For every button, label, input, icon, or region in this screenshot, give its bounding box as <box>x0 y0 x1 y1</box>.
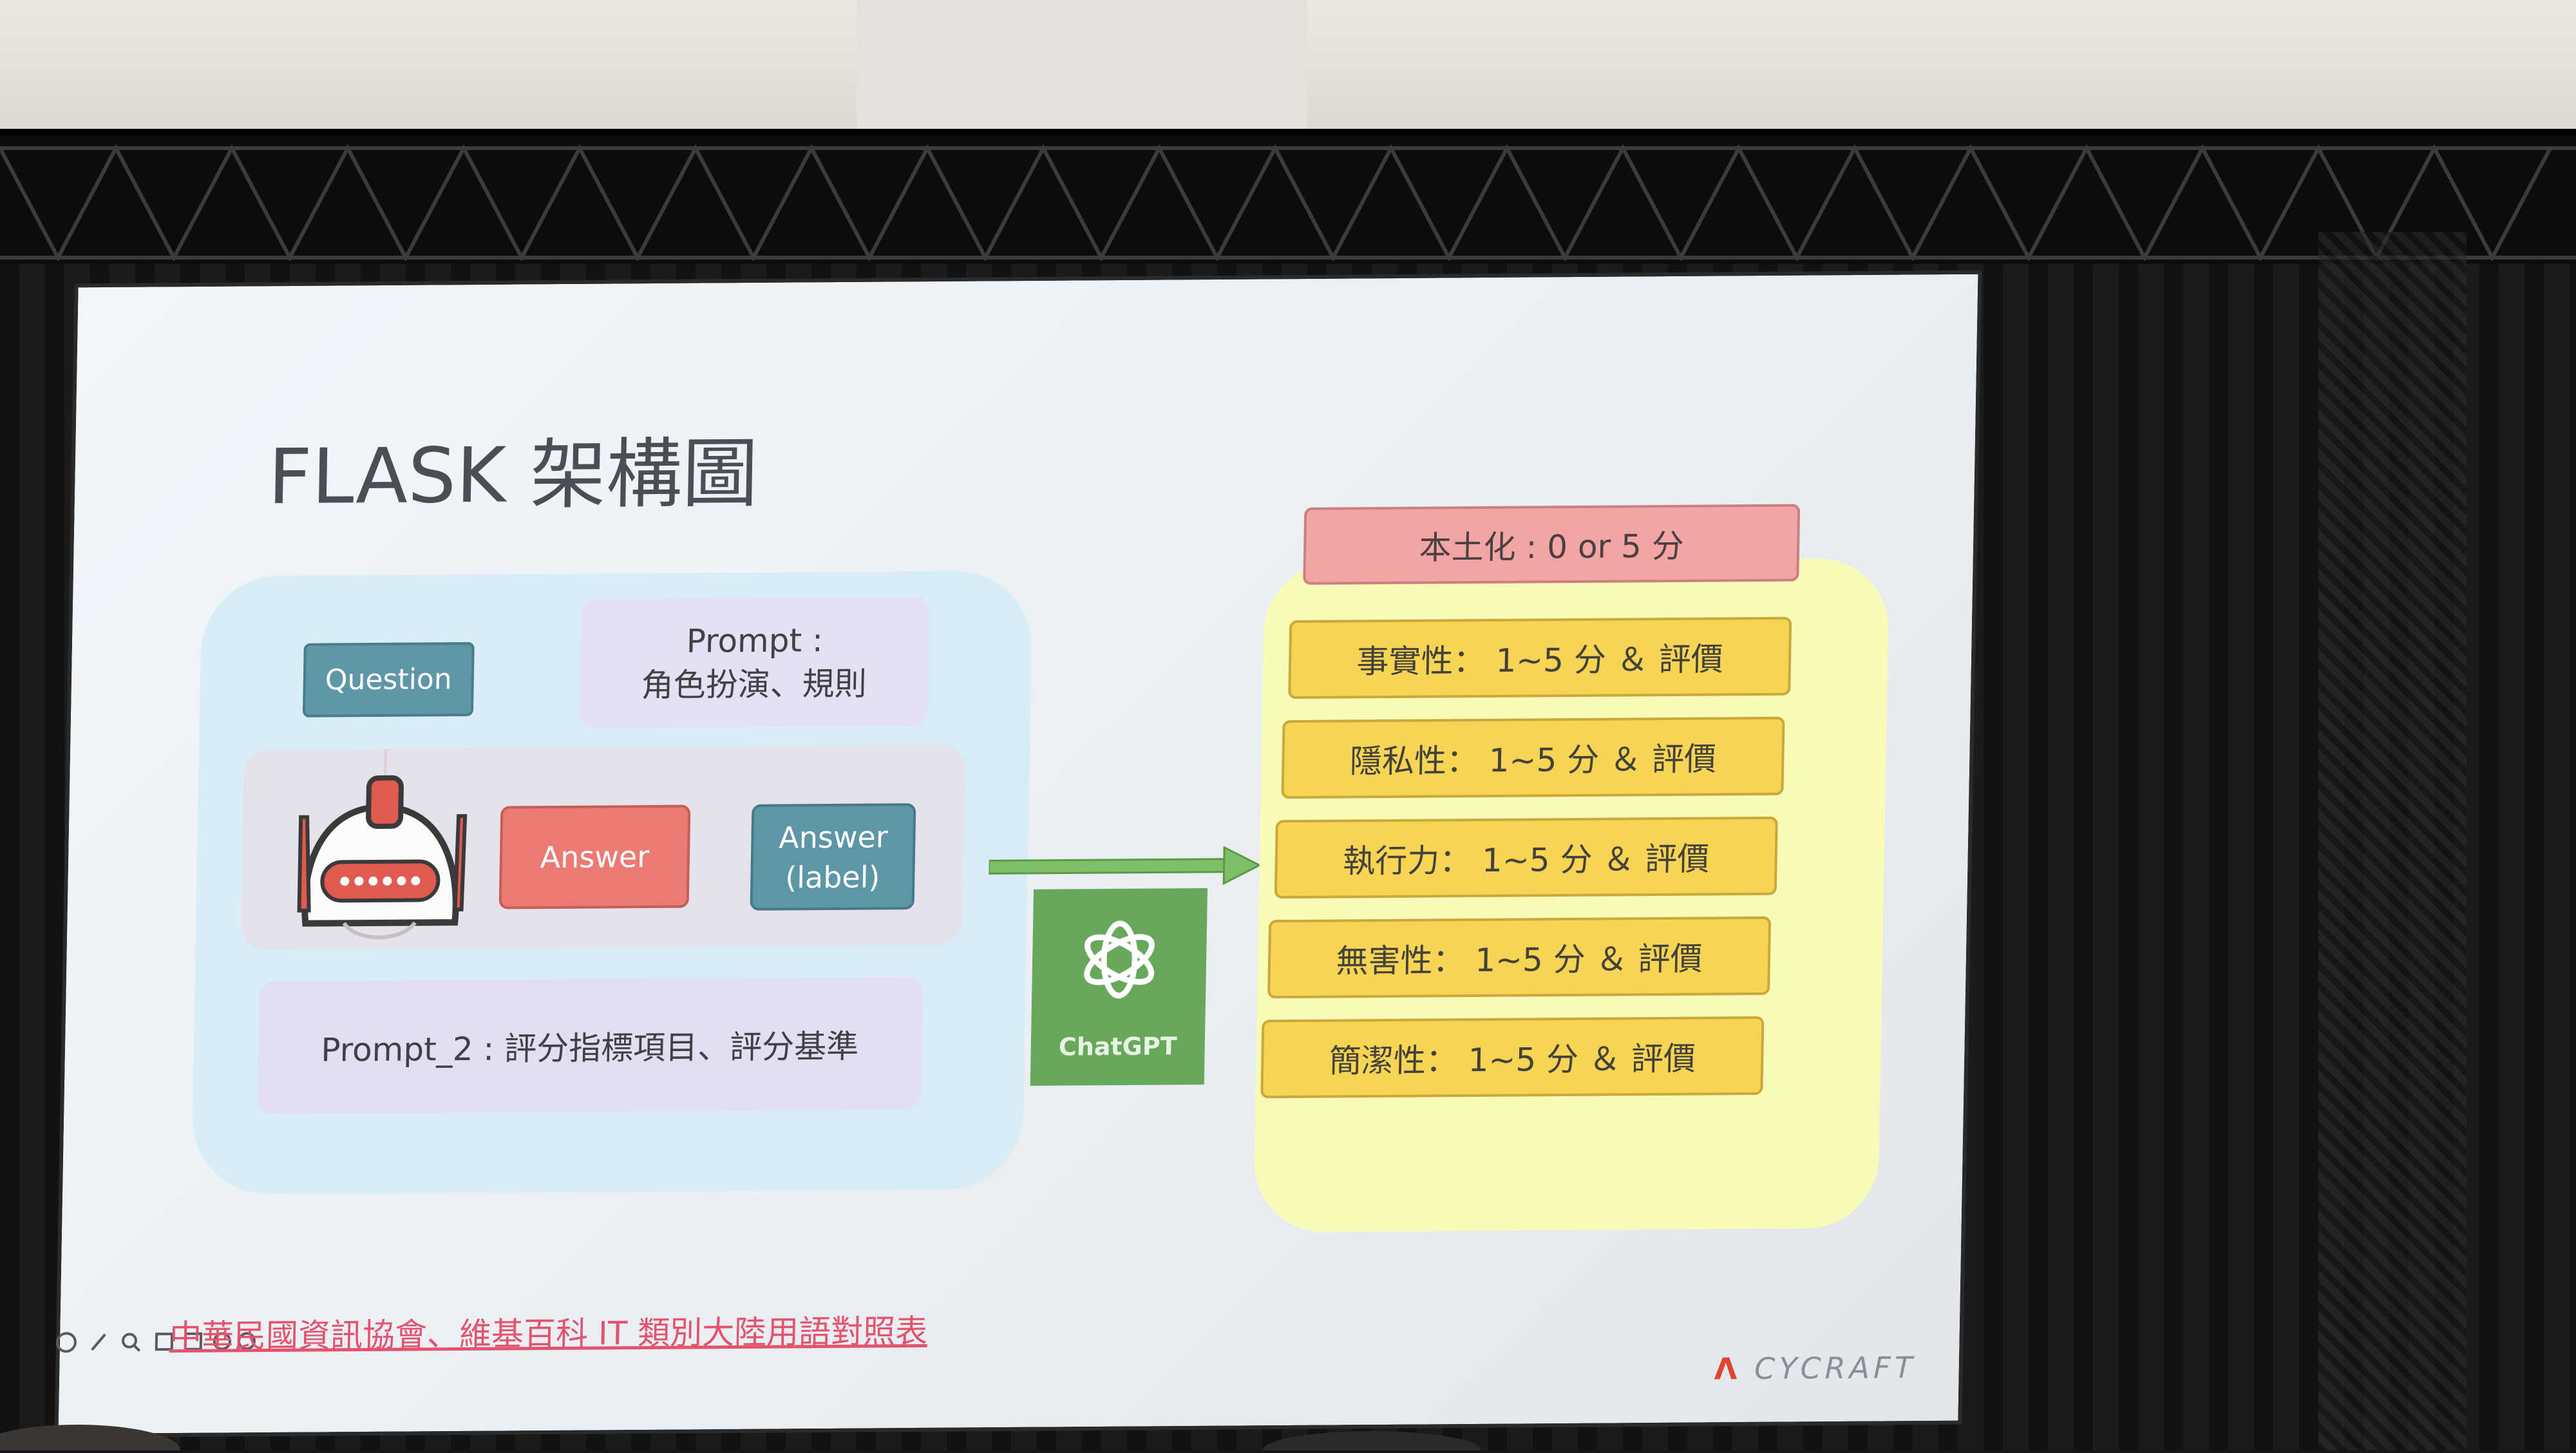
criterion-factuality: 事實性： 1~5 分 ＆ 評價 <box>1288 616 1792 699</box>
criterion-label: 簡潔性： 1~5 分 ＆ 評價 <box>1329 1040 1696 1080</box>
criterion-label: 執行力： 1~5 分 ＆ 評價 <box>1342 840 1710 880</box>
answer-truth-box: Answer (label) <box>750 803 916 911</box>
answer-box: Answer <box>498 804 691 909</box>
projection-screen: FLASK 架構圖 Question Prompt : 角色扮演、規則 Answ… <box>54 270 1982 1438</box>
stage-truss <box>0 129 2576 274</box>
criterion-label: 無害性： 1~5 分 ＆ 評價 <box>1335 940 1703 980</box>
chatgpt-box: ChatGPT <box>1030 888 1208 1086</box>
prompt2-label: Prompt_2 : 評分指標項目、評分基準 <box>320 1027 859 1069</box>
prompt-box: Prompt : 角色扮演、規則 <box>579 597 929 728</box>
arrow-right-icon <box>987 846 1262 886</box>
chatgpt-label: ChatGPT <box>1058 1032 1178 1061</box>
brand-logo-text: CYCRAFT <box>1754 1350 1917 1386</box>
brand-logo-mark: Λ <box>1714 1351 1741 1387</box>
criterion-conciseness: 簡潔性： 1~5 分 ＆ 評價 <box>1260 1016 1765 1099</box>
criterion-privacy: 隱私性： 1~5 分 ＆ 評價 <box>1281 716 1785 799</box>
slide-title: FLASK 架構圖 <box>267 428 759 522</box>
answer-truth-line1: Answer <box>778 819 889 855</box>
side-truss <box>2318 232 2467 1450</box>
criterion-label: 隱私性： 1~5 分 ＆ 評價 <box>1349 740 1717 781</box>
brand-logo: Λ CYCRAFT <box>1714 1350 1917 1386</box>
truss-lattice-icon <box>0 144 2576 262</box>
robot-icon <box>286 748 476 943</box>
footer-reference-link[interactable]: 中華民國資訊協會、維基百科 IT 類別大陸用語對照表 <box>169 1306 928 1357</box>
criterion-label: 事實性： 1~5 分 ＆ 評價 <box>1356 640 1724 681</box>
prompt2-box: Prompt_2 : 評分指標項目、評分基準 <box>257 977 923 1114</box>
audience-heads <box>0 1410 2576 1453</box>
localization-score-label: 本土化 : 0 or 5 分 <box>1419 527 1685 567</box>
localization-score-box: 本土化 : 0 or 5 分 <box>1303 504 1801 585</box>
criterion-executability: 執行力： 1~5 分 ＆ 評價 <box>1274 816 1778 899</box>
chatgpt-logo-icon <box>1084 920 1155 999</box>
prompt-title: Prompt : <box>686 622 824 660</box>
prompt-detail: 角色扮演、規則 <box>641 665 867 705</box>
criterion-harmlessness: 無害性： 1~5 分 ＆ 評價 <box>1267 916 1772 999</box>
answer-label: Answer <box>540 839 650 875</box>
question-label: Question <box>325 663 453 697</box>
question-box: Question <box>302 641 475 717</box>
answer-truth-line2: (label) <box>784 859 880 895</box>
